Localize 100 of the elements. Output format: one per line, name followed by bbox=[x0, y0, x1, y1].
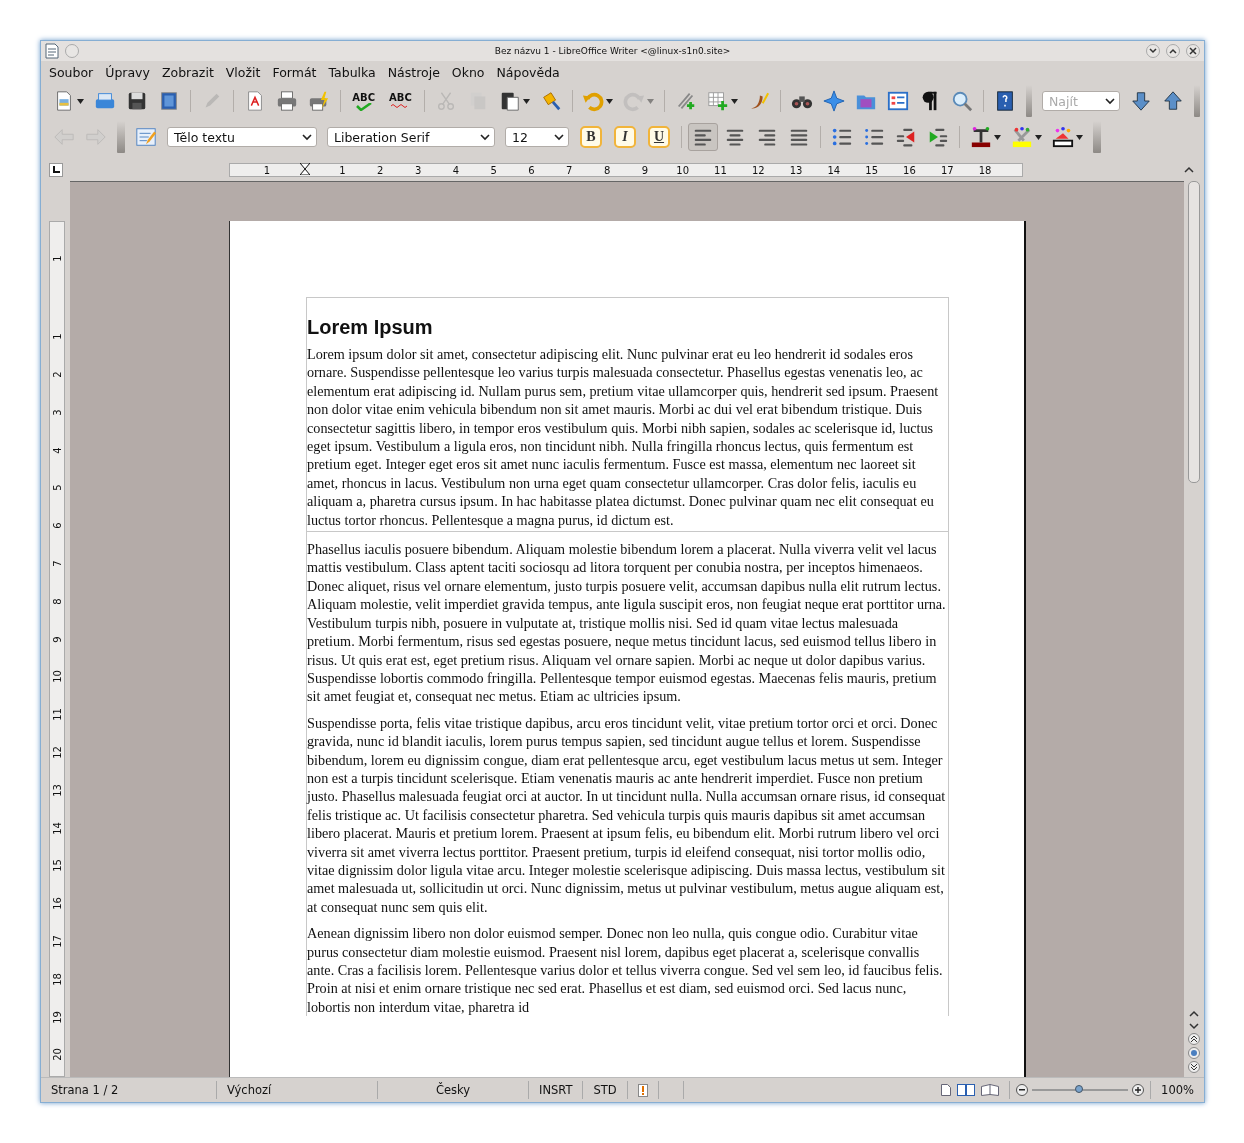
caret-icon bbox=[606, 98, 614, 104]
ruler-number: 16 bbox=[51, 897, 63, 910]
ruler-number: 13 bbox=[51, 783, 63, 797]
next-page-icon[interactable] bbox=[1188, 1061, 1200, 1073]
ruler-number: 11 bbox=[713, 164, 728, 176]
chevron-down-icon bbox=[302, 133, 312, 141]
menu-item[interactable]: Nástroje bbox=[381, 64, 446, 80]
paragraph-style-combo[interactable]: Tělo textu bbox=[167, 127, 317, 147]
caret-icon bbox=[647, 98, 655, 104]
scroll-up-icon[interactable] bbox=[1189, 1009, 1199, 1019]
ruler-number: 14 bbox=[51, 821, 63, 835]
window-title: Bez názvu 1 - LibreOffice Writer <@linux-s1n0.site> bbox=[493, 46, 732, 56]
scrollbar-thumb[interactable] bbox=[1188, 181, 1200, 483]
ruler-number: 2 bbox=[51, 371, 63, 378]
ruler-number: 3 bbox=[413, 164, 423, 176]
ruler-number: 20 bbox=[51, 1048, 63, 1062]
chevron-down-icon bbox=[480, 133, 490, 141]
ruler-number: 9 bbox=[640, 164, 650, 176]
scroll-down-icon[interactable] bbox=[1189, 1021, 1199, 1031]
single-page-icon[interactable] bbox=[941, 1084, 952, 1096]
ruler-number: 11 bbox=[51, 708, 63, 721]
tab-stop-icon[interactable] bbox=[49, 163, 63, 177]
ruler-number: 1 bbox=[51, 333, 63, 340]
page-number-text: Strana 1 / 2 bbox=[51, 1083, 119, 1097]
ruler-number: 6 bbox=[51, 522, 63, 529]
highlighter-icon bbox=[1011, 126, 1033, 148]
minus-icon bbox=[1019, 1089, 1026, 1091]
ruler-number: 14 bbox=[826, 164, 842, 176]
indent-marker-icon[interactable] bbox=[299, 163, 310, 175]
menu-item[interactable]: Zobrazit bbox=[155, 64, 220, 80]
close-button[interactable] bbox=[1186, 44, 1200, 58]
ruler-number: 4 bbox=[451, 164, 461, 176]
ruler-number: 7 bbox=[51, 560, 63, 567]
ruler-number: 5 bbox=[489, 164, 498, 176]
previous-page-icon[interactable] bbox=[1188, 1033, 1200, 1045]
page-style-text: Výchozí bbox=[227, 1083, 272, 1097]
toolbar-handle[interactable] bbox=[1093, 121, 1101, 153]
menu-item[interactable]: Soubor bbox=[43, 64, 100, 80]
ruler-number: 17 bbox=[939, 164, 955, 176]
minimize-button[interactable] bbox=[1146, 44, 1160, 58]
font-name-combo[interactable]: Liberation Serif bbox=[327, 127, 495, 147]
ruler-number: 12 bbox=[750, 164, 766, 176]
ruler-number: 10 bbox=[675, 164, 691, 176]
menu-item[interactable]: Úpravy bbox=[99, 64, 156, 80]
toolbar-handle[interactable] bbox=[1193, 85, 1200, 117]
caret-icon bbox=[77, 98, 84, 104]
ruler-number: 16 bbox=[902, 164, 917, 176]
format-button[interactable]: B bbox=[580, 126, 602, 148]
format-button[interactable]: I bbox=[614, 126, 636, 148]
toolbar-handle[interactable] bbox=[117, 121, 125, 153]
caret-icon bbox=[1035, 134, 1042, 140]
caret-icon bbox=[522, 98, 530, 104]
navigation-dot-icon[interactable] bbox=[1188, 1047, 1200, 1059]
scroll-up-icon[interactable] bbox=[1184, 166, 1194, 174]
ruler-number: 4 bbox=[51, 446, 63, 454]
zoom-out-button[interactable] bbox=[1016, 1084, 1029, 1096]
menu-item[interactable]: Tabulka bbox=[322, 64, 382, 80]
chevron-down-icon bbox=[1104, 97, 1115, 105]
menu-item[interactable]: Nápověda bbox=[490, 64, 566, 80]
table-plus-icon bbox=[707, 90, 730, 112]
maximize-button[interactable] bbox=[1166, 44, 1180, 58]
ruler-number: 7 bbox=[565, 164, 574, 176]
book-pages-icon[interactable] bbox=[981, 1084, 1000, 1096]
menu-item[interactable]: Vložit bbox=[219, 64, 267, 80]
ruler-number: 15 bbox=[864, 164, 879, 176]
ruler-number: 18 bbox=[977, 164, 993, 176]
language-text: Česky bbox=[435, 1083, 471, 1097]
ruler-number: 15 bbox=[51, 859, 63, 873]
document-heading: Lorem Ipsum bbox=[307, 316, 434, 339]
ruler-number: 13 bbox=[788, 164, 804, 176]
ruler-number: 5 bbox=[51, 484, 63, 492]
ruler-number: 10 bbox=[51, 670, 63, 684]
chevron-down-icon bbox=[554, 133, 564, 141]
ruler-number: 2 bbox=[376, 164, 385, 176]
background-color-icon bbox=[1052, 126, 1074, 148]
ruler-number: 8 bbox=[602, 164, 612, 176]
paragraph: Lorem ipsum dolor sit amet, consectetur adipiscing elit. Nunc pulvinar erat eu leo hendrerit id sodales eros ornare. Suspendisse pellentesque leo varius turpis malesuada consectetur. Phasellus egestas venenatis leo, ac elementum erat adipiscing id. Nullam purus sem, pretium vitae ullamcorper quis, hendrerit sed ipsum. Praesent non dolor vitae enim vehicula bibendum non sit amet mauris. Morbi ac dui vel erat bibendum tristique. Duis consectetur sagittis libero, in tempor eros vestibulum quis. Morbi nibh sapien, sodales ac scelerisque id, luctus eget ipsum. Vestibulum a ligula eros, non tincidunt nibh. Nulla fringilla rhoncus lectus, quis fermentum est pretium eget. Integer eget eros sit amet nunc iaculis fermentum. Fusce est massa, elementum nec laoreet sit amet, rhoncus in lacus. Vestibulum non urna eget quam consectetur ullamcorper. Cras dolor felis, iaculis eu aliquam a, pharetra cursus ipsum. In hac habitasse platea dictumst. Donec pulvinar quam nec elit consequat eu luctus tortor rhoncus. Pellentesque a magna purus, id dictum est. bbox=[307, 345, 948, 533]
document-modified-icon bbox=[637, 1083, 648, 1097]
chevron-up-icon bbox=[1169, 48, 1177, 54]
menu-item[interactable]: Formát bbox=[266, 64, 323, 80]
app-icon bbox=[45, 43, 59, 59]
caret-icon bbox=[731, 98, 739, 104]
undo-arrow-icon bbox=[582, 90, 605, 112]
format-button[interactable]: U bbox=[648, 126, 670, 148]
selection-mode-text[interactable]: STD bbox=[593, 1083, 617, 1097]
plus-icon bbox=[1135, 1087, 1142, 1093]
ruler-number: 9 bbox=[51, 635, 63, 643]
menu-item[interactable]: Okno bbox=[445, 64, 491, 80]
align-left-icon[interactable] bbox=[688, 123, 718, 151]
slider-thumb[interactable] bbox=[1075, 1085, 1084, 1093]
ruler-number: 1 bbox=[262, 164, 272, 176]
ruler-number: 3 bbox=[51, 409, 63, 416]
font-size-combo[interactable]: 12 bbox=[505, 127, 569, 147]
paragraph: Phasellus iaculis posuere bibendum. Aliquam molestie bibendum lorem a placerat. Nulla viverra velit vel lacus mattis vestibulum. Class aptent taciti sociosqu ad litora torquent per conubia nostra, per inceptos himenaeos. Donec aliquet, risus vel ornare elementum, justo turpis posuere velit, accumsan dapibus nulla elit rutrum lectus. Aliquam molestie, velit imperdiet gravida tempus, ante ligula suscipit eros, non feugiat neque erat porttitor urna. Vestibulum turpis nibh, posuere in vulputate at, tristique mollis nisi. Sed id quam vitae lectus malesuada pretium. Morbi fermentum, risus sed egestas posuere, neque metus tincidunt lacus, sed euismod tellus libero in risus. Ut quis erat est, eget pretium risus. Aliquam vel ornare sapien. Morbi ac neque ut dolor dapibus varius. Suspendisse lobortis commodo fringilla. Pellentesque tempor euismod egestas. Maecenas felis mauris, pretium sit amet feugiat et, consequat nec metus. Etiam ac ultricies ipsum. bbox=[307, 540, 947, 706]
caret-icon bbox=[1076, 134, 1083, 140]
zoom-in-button[interactable] bbox=[1132, 1084, 1145, 1096]
toolbar-handle[interactable] bbox=[1025, 85, 1032, 117]
two-pages-icon[interactable] bbox=[957, 1084, 976, 1096]
paragraph: Suspendisse porta, felis vitae tristique dapibus, arcu eros tincidunt velit, vitae pretium tortor orci et orci. Donec gravida, nunc id blandit iaculis, lorem purus tempus sapien, sed tincidunt augue tellus et lorem. Suspendisse bibendum, lorem eu dignissim congue, diam erat pellentesque arcu, eget vestibulum lacus metus ut sem. Integer non est a turpis tincidunt scelerisque. Etiam venenatis mauris ac ante hendrerit imperdiet. Fusce non pretium justo. Phasellus malesuada feugiat orci at auctor. In ut tincidunt nulla. Nulla accumsan ornare risus, id consequat felis tristique ac. Ut facilisis consectetur pharetra. Sed vehicula turpis quis mauris dapibus sit amet accumsan libero placerat. Mauris et pretium lorem. Praesent at ipsum felis, eu bibendum elit. Morbi rutrum libero vel orci viverra sit amet viverra lectus porttitor. Praesent pretium, turpis id eleifend consequat, nisi tortor mollis odio, vitae dignissim dolor ligula vitae arcu. Integer molestie scelerisque adipiscing. Duis massa lectus, vestibulum sit amet malesuada ut, sollicitudin ut orci. Nunc dignissim, metus ut pulvinar vestibulum, metus augue aliquam est, at consequat nunc sem quis elit. bbox=[307, 713, 947, 917]
insert-mode-text[interactable]: INSRT bbox=[539, 1083, 573, 1097]
